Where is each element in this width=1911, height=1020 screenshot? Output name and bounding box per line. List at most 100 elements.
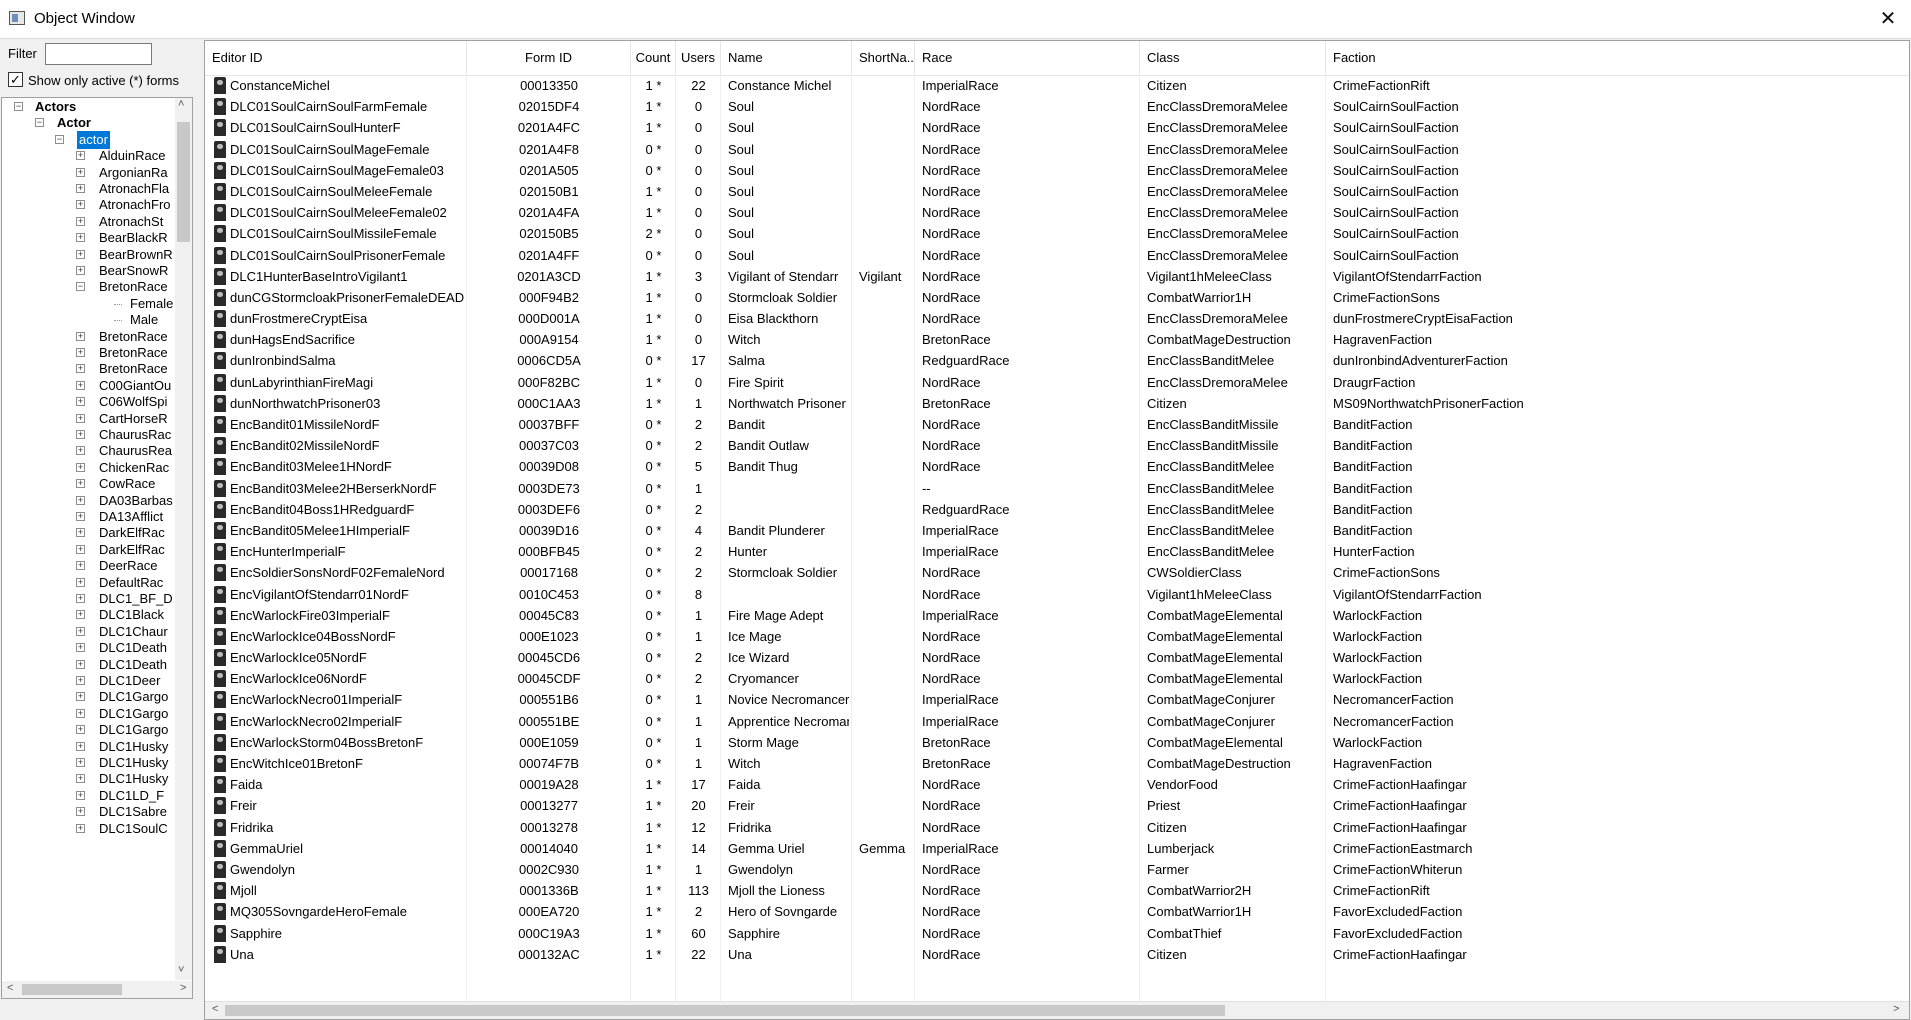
tree-vertical-scrollbar[interactable]: ˄ ˅: [175, 98, 192, 980]
table-row[interactable]: DLC01SoulCairnSoulFarmFemale 02015DF4 1 * 0…: [205, 96, 1909, 117]
expand-icon[interactable]: +: [76, 790, 85, 800]
expand-icon[interactable]: +: [76, 216, 85, 226]
expand-icon[interactable]: +: [76, 512, 85, 521]
table-row[interactable]: EncSoldierSonsNordF02FemaleNord 00017168 0…: [205, 562, 1909, 583]
collapse-icon[interactable]: −: [14, 102, 23, 111]
tree-node[interactable]: + DLC1Gargo: [2, 721, 174, 739]
expand-icon[interactable]: +: [76, 758, 85, 767]
tree-node[interactable]: Male: [2, 311, 174, 329]
table-row[interactable]: EncWarlockIce04BossNordF 000E1023 0 * 1 Ice …: [205, 626, 1909, 647]
tree-node[interactable]: − Actor: [2, 114, 174, 132]
tree-node[interactable]: − Actors: [2, 98, 174, 116]
tree-node[interactable]: + BretonRace: [2, 360, 174, 378]
table-row[interactable]: ConstanceMichel 00013350 1 * 22 Constance Mi…: [205, 75, 1909, 96]
tree-node[interactable]: + DLC1LD_F: [2, 787, 174, 805]
scroll-right-icon[interactable]: >: [1893, 1003, 1899, 1015]
scroll-left-icon[interactable]: <: [7, 982, 13, 994]
table-row[interactable]: DLC01SoulCairnSoulMageFemale03 0201A505 0 …: [205, 160, 1909, 181]
expand-icon[interactable]: +: [76, 200, 85, 210]
tree-node[interactable]: + DLC1Gargo: [2, 705, 174, 723]
table-row[interactable]: MQ305SovngardeHeroFemale 000EA720 1 * 2 Hero…: [205, 901, 1909, 922]
tree-node[interactable]: + DLC1Husky: [2, 754, 174, 772]
table-row[interactable]: Sapphire 000C19A3 1 * 60 Sapphire NordRace Com…: [205, 923, 1909, 944]
column-header-faction[interactable]: Faction: [1326, 41, 1909, 75]
column-header-editor-id[interactable]: Editor ID: [205, 41, 467, 75]
tree-node[interactable]: + CartHorseR: [2, 410, 174, 428]
collapse-icon[interactable]: −: [35, 118, 44, 128]
expand-icon[interactable]: +: [76, 528, 85, 538]
table-row[interactable]: DLC01SoulCairnSoulMeleeFemale02 0201A4FA 1…: [205, 202, 1909, 223]
tree-node[interactable]: + C00GiantOu: [2, 377, 174, 395]
tree-node[interactable]: + DLC1Gargo: [2, 688, 174, 706]
expand-icon[interactable]: +: [76, 561, 85, 571]
table-row[interactable]: EncWitchIce01BretonF 00074F7B 0 * 1 Witch Bre…: [205, 753, 1909, 774]
expand-icon[interactable]: +: [76, 807, 85, 817]
tree-node[interactable]: + DA03Barbas: [2, 492, 174, 510]
table-row[interactable]: EncWarlockNecro01ImperialF 000551B6 0 * 1 No…: [205, 689, 1909, 710]
table-row[interactable]: EncBandit02MissileNordF 00037C03 0 * 2 Bandi…: [205, 435, 1909, 456]
table-row[interactable]: Mjoll 0001336B 1 * 113 Mjoll the Lioness Nord…: [205, 880, 1909, 901]
table-row[interactable]: EncWarlockNecro02ImperialF 000551BE 0 * 1 Ap…: [205, 711, 1909, 732]
expand-icon[interactable]: +: [76, 479, 85, 489]
table-row[interactable]: Gwendolyn 0002C930 1 * 1 Gwendolyn NordRace Fa…: [205, 859, 1909, 880]
tree-node[interactable]: + DLC1Chaur: [2, 623, 174, 641]
tree-node[interactable]: + BearSnowR: [2, 262, 174, 280]
expand-icon[interactable]: +: [76, 430, 85, 439]
column-header-form-id[interactable]: Form ID: [467, 41, 631, 75]
expand-icon[interactable]: +: [76, 741, 85, 751]
table-horizontal-scrollbar[interactable]: < >: [205, 1001, 1909, 1019]
tree-node[interactable]: + ChaurusRea: [2, 442, 174, 460]
tree-node[interactable]: + BearBlackR: [2, 229, 174, 247]
expand-icon[interactable]: +: [76, 643, 85, 653]
expand-icon[interactable]: +: [76, 725, 85, 735]
column-header-name[interactable]: Name: [721, 41, 852, 75]
tree-node[interactable]: + DLC1Deer: [2, 672, 174, 690]
table-row[interactable]: dunFrostmereCryptEisa 000D001A 1 * 0 Eisa Bl…: [205, 308, 1909, 329]
tree-node[interactable]: + DLC1SoulC: [2, 820, 174, 838]
expand-icon[interactable]: +: [76, 626, 85, 636]
table-row[interactable]: GemmaUriel 00014040 1 * 14 Gemma Uriel Gemma I…: [205, 838, 1909, 859]
expand-icon[interactable]: +: [76, 167, 85, 177]
scroll-right-icon[interactable]: >: [180, 982, 186, 994]
table-row[interactable]: EncBandit03Melee1HNordF 00039D08 0 * 5 Bandi…: [205, 456, 1909, 477]
close-button[interactable]: ✕: [1865, 0, 1911, 38]
tree-node[interactable]: − actor: [2, 130, 174, 149]
tree-vertical-scroll-thumb[interactable]: [177, 122, 190, 242]
expand-icon[interactable]: +: [76, 610, 85, 620]
expand-icon[interactable]: +: [76, 544, 85, 554]
table-horizontal-scroll-thumb[interactable]: [225, 1005, 1225, 1016]
tree-horizontal-scroll-thumb[interactable]: [22, 984, 122, 995]
expand-icon[interactable]: +: [76, 659, 85, 669]
table-row[interactable]: EncBandit01MissileNordF 00037BFF 0 * 2 Bandi…: [205, 414, 1909, 435]
expand-icon[interactable]: +: [76, 331, 85, 341]
expand-icon[interactable]: +: [76, 348, 85, 357]
tree-node[interactable]: + ChickenRac: [2, 459, 174, 477]
tree-node[interactable]: + DLC1Sabre: [2, 803, 174, 821]
tree-node[interactable]: + DeerRace: [2, 557, 174, 575]
tree-node[interactable]: − BretonRace: [2, 278, 174, 296]
tree-node[interactable]: + AlduinRace: [2, 147, 174, 165]
expand-icon[interactable]: +: [76, 380, 85, 390]
expand-icon[interactable]: +: [76, 708, 85, 718]
expand-icon[interactable]: +: [76, 823, 85, 833]
expand-icon[interactable]: +: [76, 692, 85, 702]
tree-node[interactable]: + DarkElfRac: [2, 541, 174, 559]
expand-icon[interactable]: +: [76, 676, 85, 685]
column-header-users[interactable]: Users: [676, 41, 721, 75]
table-row[interactable]: EncBandit03Melee2HBerserkNordF 0003DE73 0 …: [205, 478, 1909, 499]
table-row[interactable]: Faida 00019A28 1 * 17 Faida NordRace VendorFoo…: [205, 774, 1909, 795]
table-row[interactable]: EncBandit05Melee1HImperialF 00039D16 0 * 4 B…: [205, 520, 1909, 541]
expand-icon[interactable]: +: [76, 446, 85, 456]
tree-node[interactable]: + DLC1_BF_D: [2, 590, 174, 608]
tree-node[interactable]: + DLC1Death: [2, 656, 174, 674]
expand-icon[interactable]: +: [76, 577, 85, 587]
expand-icon[interactable]: +: [76, 397, 85, 407]
table-row[interactable]: EncWarlockFire03ImperialF 00045C83 0 * 1 Fir…: [205, 605, 1909, 626]
table-row[interactable]: DLC01SoulCairnSoulPrisonerFemale 0201A4FF…: [205, 245, 1909, 266]
object-tree[interactable]: − Actors − Actor − actor + AlduinRace + ArgonianR…: [1, 97, 193, 999]
expand-icon[interactable]: +: [76, 462, 85, 472]
expand-icon[interactable]: +: [76, 233, 85, 243]
collapse-icon[interactable]: −: [76, 282, 85, 292]
tree-node[interactable]: + AtronachSt: [2, 213, 174, 231]
tree-node[interactable]: + AtronachFro: [2, 196, 174, 214]
